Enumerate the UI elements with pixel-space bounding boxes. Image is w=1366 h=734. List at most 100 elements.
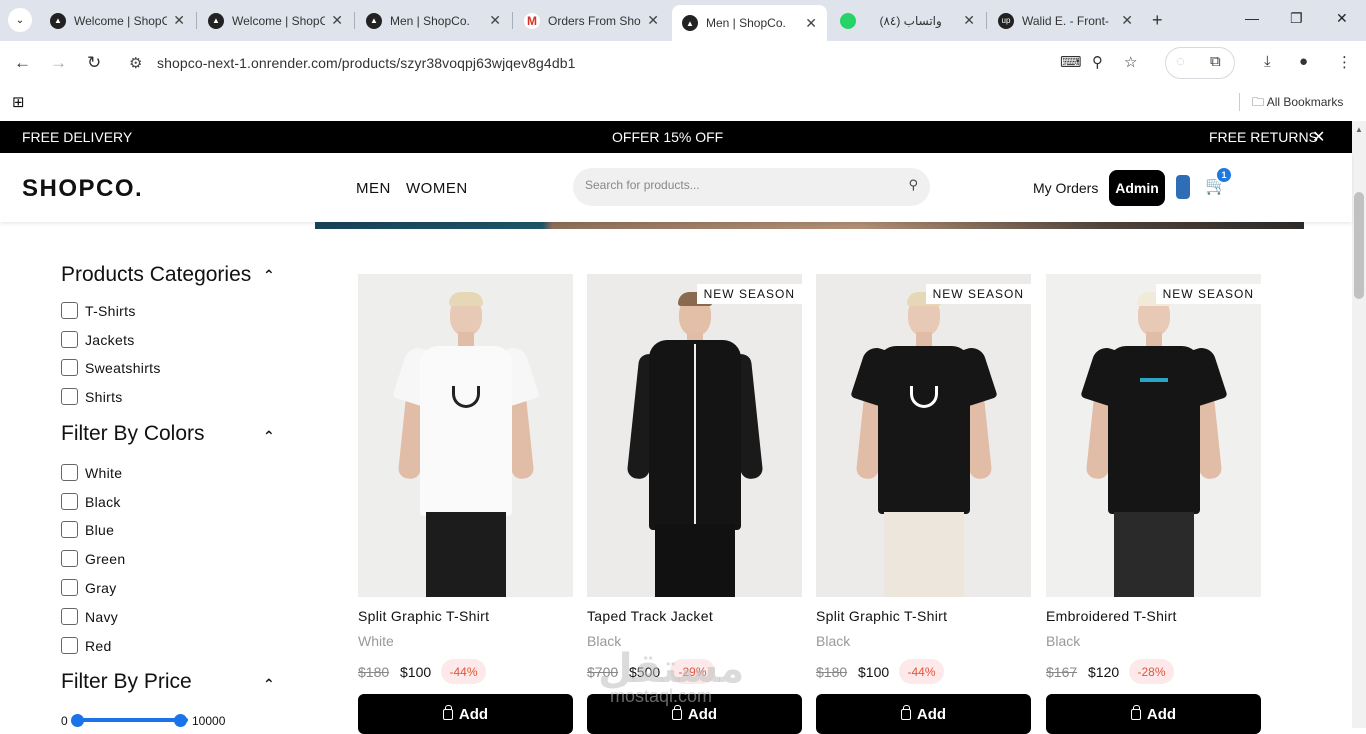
browser-tab[interactable]: ▲ Men | ShopCo. ✕ <box>356 5 511 36</box>
add-to-cart-button[interactable]: Add <box>816 694 1031 734</box>
close-icon[interactable]: ✕ <box>647 12 659 29</box>
product-card[interactable]: NEW SEASON Taped Track Jacket Black $700… <box>587 274 802 734</box>
checkbox[interactable] <box>61 579 78 596</box>
user-avatar-icon[interactable] <box>1176 175 1190 199</box>
price-track[interactable] <box>74 718 188 722</box>
checkbox[interactable] <box>61 464 78 481</box>
color-option[interactable]: Green <box>61 550 125 567</box>
browser-tab[interactable]: (٨٤) واتساب ✕ <box>830 5 985 36</box>
star-icon[interactable]: ☆ <box>1124 53 1137 71</box>
price-min-handle[interactable] <box>71 714 84 727</box>
chevron-up-icon[interactable]: ⌃ <box>263 267 275 284</box>
product-image[interactable]: NEW SEASON <box>816 274 1031 597</box>
category-option[interactable]: Jackets <box>61 331 135 348</box>
search-icon[interactable]: ⚲ <box>908 177 918 193</box>
all-bookmarks-label: All Bookmarks <box>1266 95 1344 109</box>
promo-close-icon[interactable]: ✕ <box>1312 127 1325 147</box>
checkbox[interactable] <box>61 608 78 625</box>
product-name[interactable]: Split Graphic T-Shirt <box>816 608 947 624</box>
checkbox[interactable] <box>61 521 78 538</box>
checkbox[interactable] <box>61 331 78 348</box>
checkbox[interactable] <box>61 637 78 654</box>
product-name[interactable]: Embroidered T-Shirt <box>1046 608 1177 624</box>
category-option[interactable]: Shirts <box>61 388 123 405</box>
zoom-icon[interactable]: ⚲ <box>1092 53 1103 71</box>
shopping-bag-icon <box>671 704 682 720</box>
puzzle-icon[interactable]: ⧉ <box>1210 53 1221 70</box>
color-option[interactable]: Black <box>61 493 121 510</box>
new-season-badge: NEW SEASON <box>1155 284 1261 304</box>
scroll-up-icon[interactable]: ▲ <box>1355 125 1363 134</box>
checkbox[interactable] <box>61 388 78 405</box>
checkbox[interactable] <box>61 550 78 567</box>
product-name[interactable]: Split Graphic T-Shirt <box>358 608 489 624</box>
extension-icon[interactable]: ◌ <box>1176 53 1185 70</box>
nav-women[interactable]: WOMEN <box>406 180 468 197</box>
admin-button[interactable]: Admin <box>1109 170 1165 206</box>
category-option[interactable]: T-Shirts <box>61 302 136 319</box>
search-input[interactable] <box>585 178 885 192</box>
promo-bar: FREE DELIVERY OFFER 15% OFF FREE RETURNS… <box>0 121 1352 153</box>
browser-tab[interactable]: M Orders From ShopCo ✕ <box>514 5 669 36</box>
color-option[interactable]: Red <box>61 637 112 654</box>
download-icon[interactable]: ⤓ <box>1264 53 1271 70</box>
translate-icon[interactable]: ⌨ <box>1060 53 1082 71</box>
color-option[interactable]: Navy <box>61 608 118 625</box>
close-icon[interactable]: ✕ <box>1121 12 1133 29</box>
product-card[interactable]: Split Graphic T-Shirt White $180 $100 -4… <box>358 274 573 734</box>
all-bookmarks[interactable]: 🗀 All Bookmarks <box>1252 93 1343 114</box>
product-card[interactable]: NEW SEASON Split Graphic T-Shirt Black $… <box>816 274 1031 734</box>
menu-icon[interactable]: ⋮ <box>1337 53 1352 71</box>
checkbox[interactable] <box>61 359 78 376</box>
window-close-icon[interactable]: ✕ <box>1336 10 1348 27</box>
chevron-up-icon[interactable]: ⌃ <box>263 428 275 445</box>
shopco-logo[interactable]: SHOPCO. <box>22 175 143 203</box>
tab-divider <box>196 12 197 29</box>
new-tab-icon[interactable]: + <box>1152 10 1163 31</box>
nav-men[interactable]: MEN <box>356 180 391 197</box>
browser-tab-active[interactable]: ▲ Men | ShopCo. ✕ <box>672 5 827 41</box>
add-to-cart-button[interactable]: Add <box>358 694 573 734</box>
url-field[interactable]: shopco-next-1.onrender.com/products/szyr… <box>157 55 575 71</box>
close-icon[interactable]: ✕ <box>489 12 501 29</box>
product-image[interactable]: NEW SEASON <box>1046 274 1261 597</box>
product-name[interactable]: Taped Track Jacket <box>587 608 713 624</box>
chevron-up-icon[interactable]: ⌃ <box>263 676 275 693</box>
color-option[interactable]: White <box>61 464 122 481</box>
minimize-icon[interactable]: — <box>1245 10 1259 26</box>
profile-avatar[interactable]: ● <box>1299 53 1308 70</box>
option-label: Black <box>85 493 121 510</box>
option-label: Jackets <box>85 331 135 348</box>
product-card[interactable]: NEW SEASON Embroidered T-Shirt Black $16… <box>1046 274 1261 734</box>
checkbox[interactable] <box>61 302 78 319</box>
back-icon[interactable]: ← <box>14 53 31 73</box>
close-icon[interactable]: ✕ <box>963 12 975 29</box>
browser-tab[interactable]: ▲ Welcome | ShopCo ✕ <box>40 5 195 36</box>
option-label: Red <box>85 637 112 654</box>
apps-grid-icon[interactable]: ⊞ <box>12 93 25 111</box>
product-image[interactable] <box>358 274 573 597</box>
site-info-icon[interactable]: ⚙ <box>129 54 142 72</box>
close-icon[interactable]: ✕ <box>173 12 185 29</box>
vercel-icon: ▲ <box>208 12 224 29</box>
price-max-handle[interactable] <box>174 714 187 727</box>
close-icon[interactable]: ✕ <box>331 12 343 29</box>
color-option[interactable]: Gray <box>61 579 117 596</box>
current-price: $100 <box>858 664 890 680</box>
reload-icon[interactable]: ↻ <box>87 53 101 73</box>
product-image[interactable]: NEW SEASON <box>587 274 802 597</box>
close-icon[interactable]: ✕ <box>805 15 817 32</box>
tab-search-icon[interactable]: ⌄ <box>8 8 32 32</box>
restore-icon[interactable]: ❐ <box>1290 10 1303 27</box>
add-to-cart-button[interactable]: Add <box>1046 694 1261 734</box>
color-option[interactable]: Blue <box>61 521 114 538</box>
checkbox[interactable] <box>61 493 78 510</box>
browser-tab[interactable]: ▲ Welcome | ShopCo ✕ <box>198 5 353 36</box>
scrollbar-thumb[interactable] <box>1354 192 1364 299</box>
category-option[interactable]: Sweatshirts <box>61 359 161 376</box>
option-label: White <box>85 464 123 481</box>
browser-tab[interactable]: up Walid E. - Front- ✕ <box>988 5 1143 36</box>
shopping-bag-icon <box>900 704 911 720</box>
my-orders-link[interactable]: My Orders <box>1033 180 1098 196</box>
forward-icon[interactable]: → <box>50 53 67 73</box>
